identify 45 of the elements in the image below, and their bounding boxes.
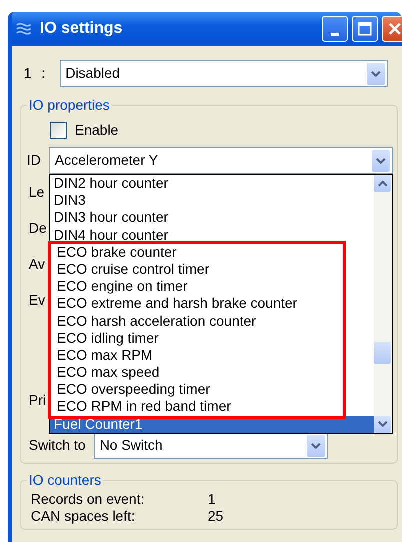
scrollbar[interactable] [374,175,392,433]
close-button[interactable] [382,16,402,42]
close-icon [388,22,402,36]
field-label: Ev [29,292,46,308]
id-label: ID [27,151,42,170]
scroll-thumb[interactable] [374,342,391,364]
dropdown-item[interactable]: ECO RPM in red band timer [53,398,343,416]
counter-value: 1 [208,491,216,508]
waves-icon [16,23,32,35]
dropdown-item[interactable]: DIN2 hour counter [50,175,374,192]
maximize-icon [358,22,372,36]
field-label: Pri [29,392,46,408]
dropdown-item[interactable]: ECO max speed [53,364,343,382]
counter-label: CAN spaces left: [31,508,136,525]
switch-to-select[interactable]: No Switch [94,432,328,459]
scroll-up-icon[interactable] [374,175,391,192]
dropdown-item[interactable]: DIN3 [50,192,374,210]
dropdown-item[interactable]: ECO overspeeding timer [53,381,343,398]
field-label: De [29,220,47,236]
enable-checkbox[interactable]: Enable [27,120,393,141]
dropdown-item[interactable]: ECO extreme and harsh brake counter [53,295,343,312]
dropdown-item[interactable]: ECO max RPM [53,346,343,364]
dropdown-item[interactable]: ECO harsh acceleration counter [53,312,343,330]
dropdown-item[interactable]: ECO brake counter [53,244,343,261]
caret-icon [367,62,385,84]
field-label: Le [29,184,45,200]
counter-value: 25 [208,508,224,525]
counter-label: Records on event: [31,491,146,508]
switch-to-label: Switch to [29,436,86,455]
id-select[interactable]: Accelerometer Y [49,147,393,174]
field-label: Av [29,256,46,272]
channel-label: 1 : [24,64,46,83]
window-title: IO settings [40,19,123,39]
scroll-down-icon[interactable] [374,416,391,433]
minimize-button[interactable] [322,16,348,42]
maximize-button[interactable] [352,16,378,42]
dropdown-item[interactable]: ECO cruise control timer [53,260,343,278]
channel-select[interactable]: Disabled [60,60,388,87]
dropdown-item[interactable]: ECO idling timer [53,330,343,347]
dropdown-item[interactable]: ECO engine on timer [53,278,343,296]
dropdown-item[interactable]: DIN4 hour counter [50,226,374,244]
minimize-icon [331,32,339,36]
caret-icon [372,150,390,172]
caret-icon [306,434,325,456]
dropdown-item[interactable]: DIN3 hour counter [50,209,374,227]
